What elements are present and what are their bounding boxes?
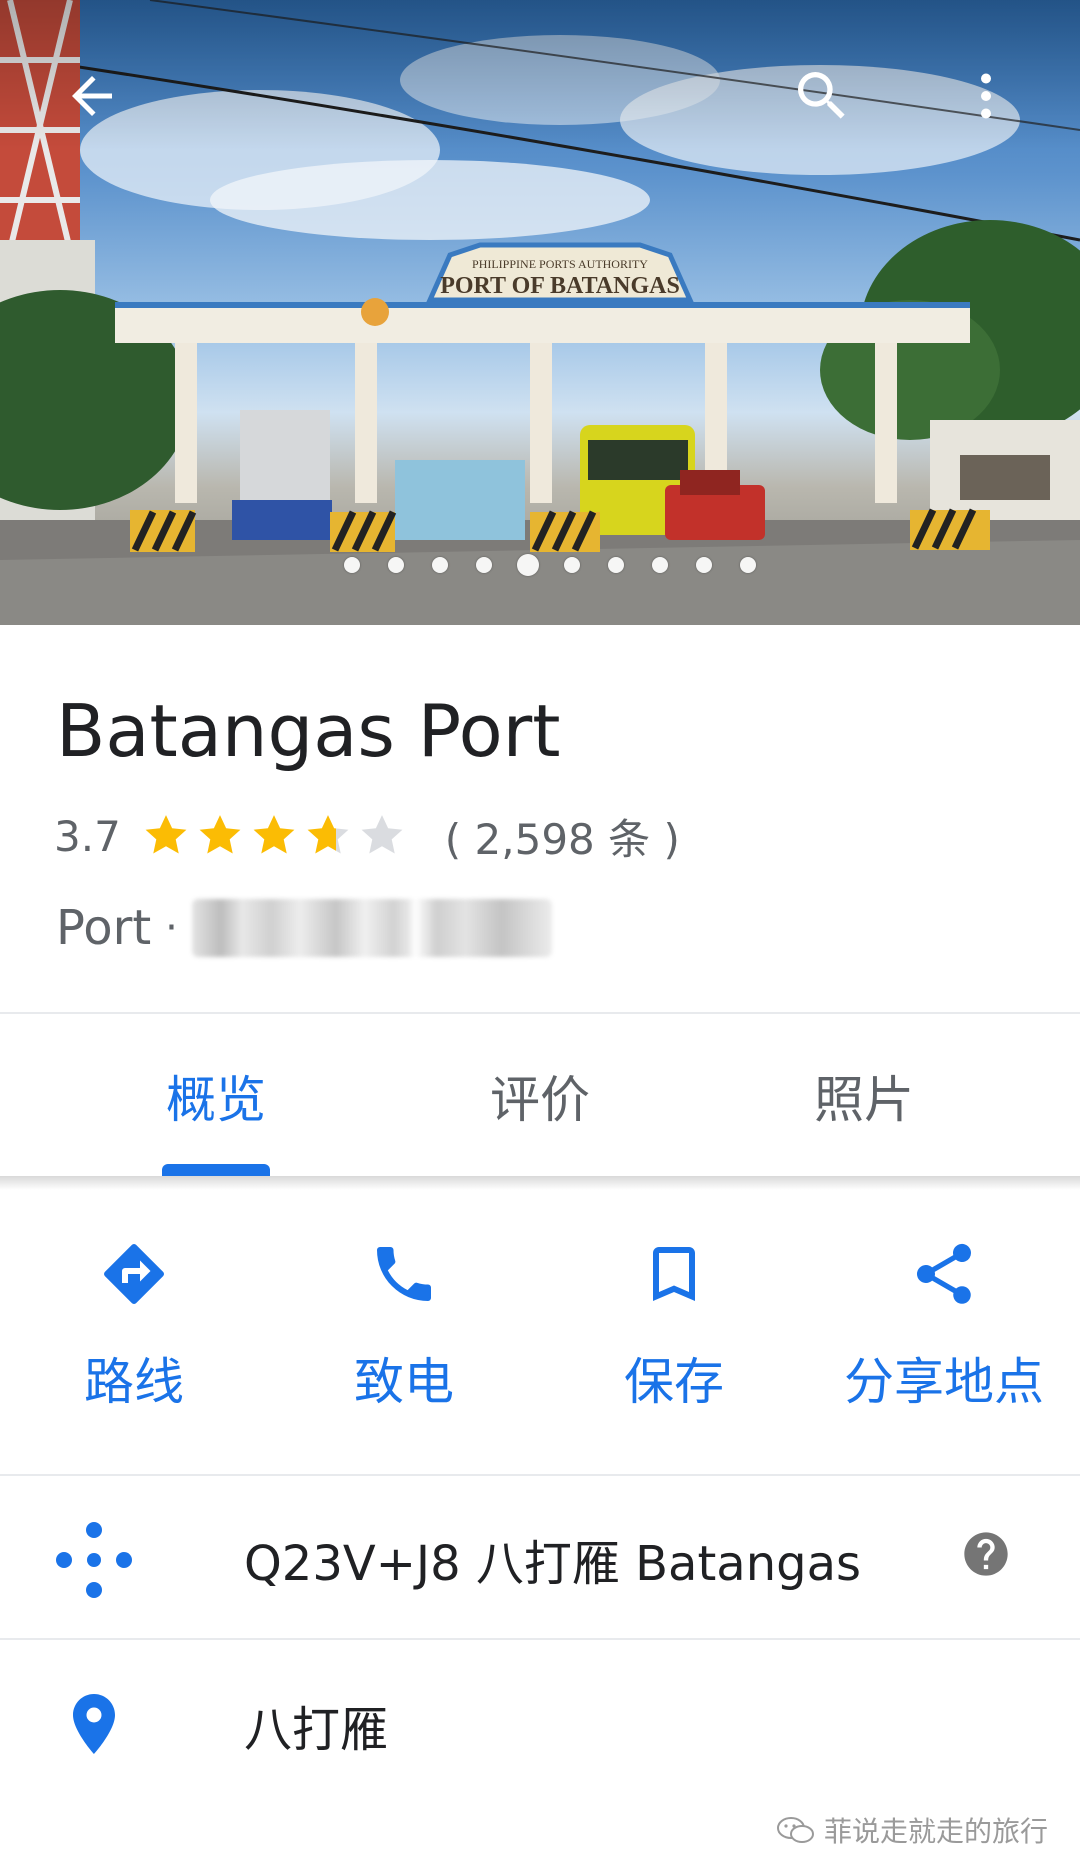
- rating-row[interactable]: 3.7 ( 2,598 条 ): [54, 808, 680, 864]
- star-icon: [361, 815, 403, 854]
- redacted-text: [191, 899, 552, 957]
- call-label: 致电: [354, 1353, 454, 1411]
- location-pin-icon: [73, 1694, 115, 1754]
- tab-bar: 概览 评价 照片: [0, 1016, 1080, 1176]
- directions-label: 路线: [84, 1353, 184, 1411]
- arrow-back-icon: [72, 76, 112, 116]
- call-button[interactable]: 致电: [274, 1234, 534, 1414]
- search-icon: [798, 72, 845, 119]
- share-place-label: 分享地点: [844, 1353, 1044, 1411]
- star-icon: [199, 815, 241, 854]
- plus-code-icon: [56, 1522, 132, 1598]
- category-label: Port: [56, 900, 152, 956]
- more-vert-icon: [981, 73, 991, 119]
- back-button[interactable]: [52, 56, 132, 136]
- tab-photos[interactable]: 照片: [714, 1016, 1014, 1176]
- carousel-dot-active[interactable]: [517, 554, 539, 576]
- share-place-button[interactable]: 分享地点: [814, 1234, 1074, 1414]
- carousel-dot[interactable]: [696, 557, 712, 573]
- watermark: 菲说走就走的旅行: [776, 1810, 1048, 1850]
- carousel-dot[interactable]: [608, 557, 624, 573]
- watermark-text: 菲说走就走的旅行: [824, 1815, 1049, 1848]
- carousel-dot[interactable]: [432, 557, 448, 573]
- carousel-indicator: [330, 554, 770, 576]
- plus-code-help-button[interactable]: [960, 1528, 1012, 1580]
- address-row[interactable]: 八打雁: [0, 1656, 1080, 1816]
- star-rating: [141, 811, 411, 861]
- port-sign-subtext: PHILIPPINE PORTS AUTHORITY: [472, 257, 648, 271]
- carousel-dot[interactable]: [652, 557, 668, 573]
- star-icon: [307, 815, 349, 854]
- carousel-dot[interactable]: [344, 557, 360, 573]
- wechat-icon: [777, 1817, 814, 1843]
- star-icon: [253, 815, 295, 854]
- star-icon: [145, 815, 187, 854]
- save-button[interactable]: 保存: [544, 1234, 804, 1414]
- category-separator: ·: [165, 905, 178, 951]
- carousel-dot[interactable]: [564, 557, 580, 573]
- review-count[interactable]: ( 2,598 条 ): [445, 806, 680, 867]
- rating-value: 3.7: [54, 811, 121, 861]
- plus-code-text: Q23V+J8 八打雁 Batangas: [244, 1536, 862, 1592]
- phone-icon: [377, 1247, 431, 1301]
- place-photo-carousel[interactable]: PORT OF BATANGAS PHILIPPINE PORTS AUTHOR…: [0, 0, 1080, 625]
- port-sign-text: PORT OF BATANGAS: [440, 273, 680, 299]
- more-options-button[interactable]: [946, 56, 1026, 136]
- plus-code-row[interactable]: Q23V+J8 八打雁 Batangas: [0, 1476, 1080, 1636]
- address-text: 八打雁: [244, 1702, 389, 1758]
- save-label: 保存: [624, 1353, 724, 1411]
- divider: [0, 1638, 1080, 1640]
- port-gate-photo: PORT OF BATANGAS PHILIPPINE PORTS AUTHOR…: [0, 0, 1080, 625]
- tab-overview[interactable]: 概览: [66, 1016, 366, 1176]
- bookmark-icon: [653, 1247, 695, 1301]
- category-row: Port ·: [56, 898, 552, 958]
- help-icon: [964, 1532, 1008, 1576]
- carousel-dot[interactable]: [476, 557, 492, 573]
- carousel-dot[interactable]: [388, 557, 404, 573]
- place-title: Batangas Port: [56, 689, 561, 773]
- active-tab-indicator: [162, 1164, 270, 1176]
- tab-bar-shadow: [0, 1176, 1080, 1190]
- directions-icon: [104, 1243, 165, 1304]
- carousel-dot[interactable]: [740, 557, 756, 573]
- tab-reviews[interactable]: 评价: [390, 1016, 690, 1176]
- directions-button[interactable]: 路线: [4, 1234, 264, 1414]
- search-button[interactable]: [782, 56, 862, 136]
- divider: [0, 1012, 1080, 1014]
- share-icon: [916, 1243, 972, 1304]
